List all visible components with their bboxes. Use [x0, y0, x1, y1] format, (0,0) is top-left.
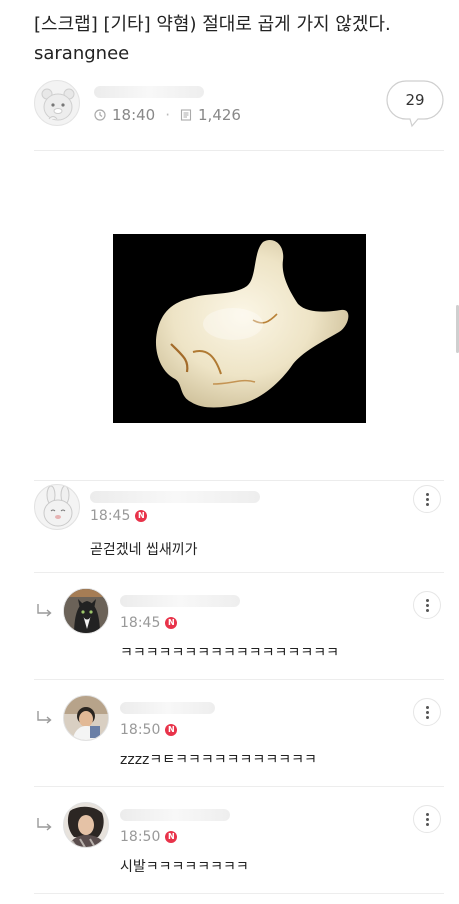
post-meta: 18:40 · 1,426 [34, 80, 419, 130]
reply-item: 18:45 N ㅋㅋㅋㅋㅋㅋㅋㅋㅋㅋㅋㅋㅋㅋㅋㅋㅋ [0, 573, 459, 679]
post-meta-info: 18:40 · 1,426 [94, 106, 241, 124]
commenter-avatar[interactable] [63, 588, 109, 634]
new-badge: N [165, 617, 178, 629]
comment-text: zzzzㅋㅌㅋㅋㅋㅋㅋㅋㅋㅋㅋㅋㅋ [120, 752, 317, 768]
comment-time-row: 18:45 N [120, 615, 178, 631]
bear-avatar-icon [41, 88, 75, 121]
comment-text: 곧걷겠네 씹새끼가 [90, 542, 198, 558]
person-photo-avatar [64, 696, 108, 740]
commenter-name-blurred [90, 491, 260, 503]
commenter-avatar[interactable] [63, 802, 109, 848]
comment-text: ㅋㅋㅋㅋㅋㅋㅋㅋㅋㅋㅋㅋㅋㅋㅋㅋㅋ [120, 645, 339, 661]
comment-time: 18:45 [120, 615, 161, 631]
commenter-name-blurred [120, 702, 215, 714]
bunny-avatar-icon [43, 485, 73, 527]
comment-time: 18:45 [90, 508, 131, 524]
comment-time: 18:50 [120, 722, 161, 738]
post-time: 18:40 [112, 106, 156, 124]
post-views: 1,426 [198, 106, 241, 124]
comment-text: 시발ㅋㅋㅋㅋㅋㅋㅋㅋ [120, 859, 249, 875]
cat-photo-avatar [64, 589, 108, 633]
comment-time-row: 18:50 N [120, 829, 178, 845]
comment-count-button[interactable]: 29 [386, 80, 444, 128]
more-vertical-icon[interactable] [413, 805, 441, 833]
person-photo-avatar [64, 803, 108, 847]
new-badge: N [135, 510, 148, 522]
new-badge: N [165, 724, 178, 736]
author-avatar[interactable] [34, 80, 80, 126]
reply-item: 18:50 N 시발ㅋㅋㅋㅋㅋㅋㅋㅋ [0, 787, 459, 893]
meta-separator: · [165, 106, 171, 124]
commenter-avatar[interactable] [63, 695, 109, 741]
author-name-blurred [94, 86, 204, 98]
reply-item: 18:50 N zzzzㅋㅌㅋㅋㅋㅋㅋㅋㅋㅋㅋㅋㅋ [0, 680, 459, 786]
more-vertical-icon[interactable] [413, 698, 441, 726]
document-icon [180, 109, 192, 121]
reply-arrow-icon [37, 818, 52, 831]
reply-arrow-icon [37, 711, 52, 724]
comment-count: 29 [405, 91, 425, 109]
clock-icon [94, 109, 106, 121]
commenter-name-blurred [120, 595, 240, 607]
more-vertical-icon[interactable] [413, 485, 441, 513]
comment-time-row: 18:45 N [90, 508, 148, 524]
comment-time: 18:50 [120, 829, 161, 845]
tooth-image [155, 240, 349, 408]
commenter-name-blurred [120, 809, 230, 821]
post-image [113, 234, 366, 423]
new-badge: N [165, 831, 178, 843]
comment-time-row: 18:50 N [120, 722, 178, 738]
comment-item: 18:45 N 곧걷겠네 씹새끼가 [0, 481, 459, 572]
reply-arrow-icon [37, 604, 52, 617]
commenter-avatar[interactable] [34, 484, 80, 530]
header-divider [34, 150, 444, 151]
post-title: [스크랩] [기타] 약혐) 절대로 곱게 가지 않겠다. sarangnee [34, 14, 391, 64]
comment-divider [34, 893, 444, 894]
more-vertical-icon[interactable] [413, 591, 441, 619]
